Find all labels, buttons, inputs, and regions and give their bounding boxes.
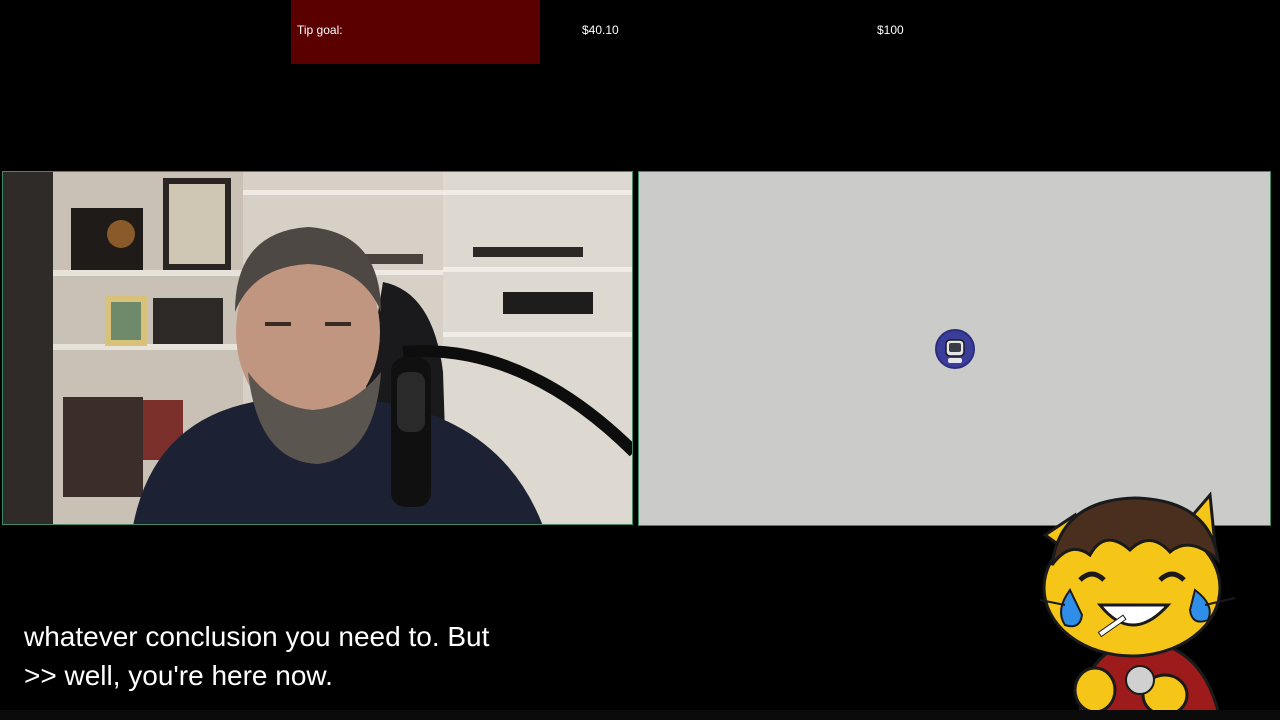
closed-captions: whatever conclusion you need to. But >> … — [15, 618, 499, 696]
webcam-scene — [3, 172, 632, 524]
cat-mascot-drawing — [1039, 491, 1236, 720]
bottom-strip — [0, 710, 1280, 720]
stream-overlay: Tip goal: $40.10 $100 whatever conclusio… — [0, 0, 1280, 720]
tip-goal-label: Tip goal: — [297, 23, 343, 37]
caption-line-2: >> well, you're here now. — [15, 657, 342, 695]
crying-laughing-cat-mascot-icon — [1020, 480, 1260, 720]
astronaut-helmet-icon — [945, 339, 965, 363]
tip-goal-target-amount: $100 — [877, 23, 904, 37]
screen-share-panel — [638, 171, 1271, 526]
astronaut-avatar-icon — [935, 329, 975, 369]
tip-goal-current-amount: $40.10 — [582, 23, 619, 37]
webcam-feed — [2, 171, 633, 525]
caption-line-1: whatever conclusion you need to. But — [15, 618, 499, 656]
tip-goal-bar: Tip goal: $40.10 $100 — [0, 0, 1280, 66]
